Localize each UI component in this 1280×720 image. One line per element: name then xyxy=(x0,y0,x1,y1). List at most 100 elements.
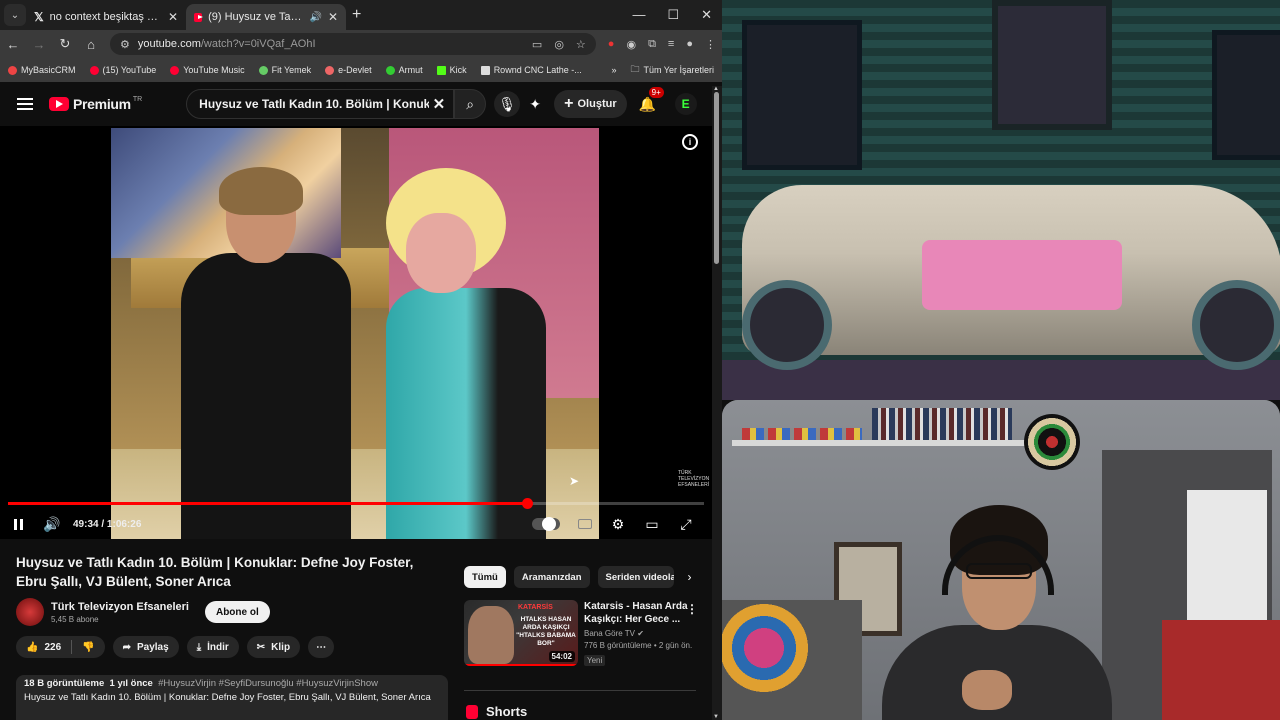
clear-search-icon[interactable]: ✕ xyxy=(433,95,446,113)
settings-gear-icon[interactable]: ⚙ xyxy=(610,516,626,533)
close-tab-icon[interactable]: ✕ xyxy=(328,10,338,24)
autoplay-toggle[interactable] xyxy=(532,517,560,531)
video-player[interactable]: i ➤ TÜRK TELEVİZYON EFSANELERİ 🔊 49:34 /… xyxy=(0,126,712,539)
account-avatar[interactable]: E xyxy=(674,93,697,115)
info-icon[interactable]: i xyxy=(682,134,698,150)
bookmark-fit-yemek[interactable]: Fit Yemek xyxy=(258,65,312,75)
chevron-right-icon[interactable]: › xyxy=(688,570,692,584)
subtitles-icon[interactable] xyxy=(578,519,592,529)
clip-button[interactable]: ✂ Klip xyxy=(246,636,301,658)
bookmark-label: Fit Yemek xyxy=(271,65,312,75)
recommended-thumbnail[interactable]: KATARSİS HTALKS HASAN ARDA KAŞIKÇI "HTAL… xyxy=(464,600,578,666)
forward-arrow-icon[interactable]: → xyxy=(32,37,46,52)
bookmark-favicon-icon xyxy=(89,65,99,75)
more-actions-button[interactable]: ⋯ xyxy=(308,636,335,658)
extension-red-icon[interactable]: ● xyxy=(608,38,615,51)
notifications-bell-icon[interactable]: 🔔 9+ xyxy=(635,87,664,117)
youtube-header: Premium TR Huysuz ve Tatlı Kadın 10. Böl… xyxy=(0,86,712,122)
bookmark-youtube[interactable]: (15) YouTube xyxy=(89,65,156,75)
youtube-logo[interactable]: Premium TR xyxy=(49,96,142,112)
back-arrow-icon[interactable]: ← xyxy=(6,37,20,52)
video-frame[interactable] xyxy=(111,128,599,539)
all-bookmarks-folder[interactable]: 🗀 Tüm Yer İşaretleri xyxy=(630,62,714,78)
download-label: İndir xyxy=(207,641,229,653)
home-icon[interactable]: ⌂ xyxy=(84,37,98,52)
like-count[interactable]: 226 xyxy=(44,642,61,653)
bookmark-star-icon[interactable]: ☆ xyxy=(576,38,586,51)
channel-name[interactable]: Türk Televizyon Efsaneleri xyxy=(51,601,189,613)
theater-mode-icon[interactable]: ▭ xyxy=(644,516,660,533)
x-logo-icon: 𝕏 xyxy=(34,10,44,24)
close-tab-icon[interactable]: ✕ xyxy=(168,10,178,24)
bookmark-label: Armut xyxy=(398,65,423,75)
bookmark-mybasiccrm[interactable]: MyBasicCRM xyxy=(8,65,76,75)
page-scrollbar[interactable]: ▲ ▼ xyxy=(712,86,722,720)
scrollbar-thumb[interactable] xyxy=(714,92,719,264)
hamburger-menu-icon[interactable] xyxy=(17,98,33,110)
shorts-icon xyxy=(466,704,478,719)
speaker-icon[interactable]: 🔊 xyxy=(309,12,321,23)
like-dislike-group: 👍 226 👎 xyxy=(16,636,105,658)
tab-search-menu-icon[interactable]: ⌄ xyxy=(4,4,26,26)
bookmark-favicon-icon xyxy=(170,65,180,75)
progress-bar[interactable] xyxy=(8,498,704,509)
more-vertical-icon[interactable]: ⋮ xyxy=(686,602,698,616)
close-window-icon[interactable]: ✕ xyxy=(701,7,712,23)
bookshelf-books xyxy=(872,408,1012,442)
subscribe-button[interactable]: Abone ol xyxy=(204,601,270,623)
like-icon[interactable]: 👍 xyxy=(26,642,38,653)
eye-slash-icon[interactable]: ◎ xyxy=(554,38,564,51)
tab-x[interactable]: 𝕏 no context beşiktaş on X: "kaç g ✕ xyxy=(26,4,186,30)
logo-text: Premium xyxy=(73,96,131,112)
search-button[interactable]: ⌕ xyxy=(454,89,487,119)
fullscreen-icon[interactable]: ⤢ xyxy=(678,516,694,533)
chip-from-series[interactable]: Seriden videola xyxy=(597,566,674,588)
upload-age: 1 yıl önce xyxy=(109,678,153,689)
webcam-feed xyxy=(722,400,1280,720)
voice-search-mic-icon[interactable]: 🎙 xyxy=(494,91,521,117)
chip-all[interactable]: Tümü xyxy=(464,566,506,588)
cast-icon[interactable]: ▭ xyxy=(532,38,542,51)
url-field[interactable]: ⚙ youtube.com/watch?v=0iVQaf_AOhI ▭ ◎ ☆ xyxy=(110,33,596,55)
tab-youtube[interactable]: (9) Huysuz ve Tatlı Kadın 10. 🔊 ✕ xyxy=(186,4,346,30)
recommended-video[interactable]: KATARSİS HTALKS HASAN ARDA KAŞIKÇI "HTAL… xyxy=(464,600,704,670)
extensions-puzzle-icon[interactable]: ⧉ xyxy=(648,38,656,51)
bookmarks-overflow-icon[interactable]: » xyxy=(611,65,616,75)
bookmark-e-devlet[interactable]: e-Devlet xyxy=(325,65,372,75)
recommended-channel[interactable]: Bana Göre TV ✔ xyxy=(584,629,692,638)
bookmark-label: e-Devlet xyxy=(338,65,372,75)
description-box[interactable]: 18 B görüntüleme 1 yıl önce #HuysuzVirji… xyxy=(16,675,448,720)
plus-icon: + xyxy=(564,95,574,112)
bookmark-youtube-music[interactable]: YouTube Music xyxy=(170,65,245,75)
folder-icon: 🗀 xyxy=(630,64,640,74)
gemini-sparkle-icon[interactable]: ✦ xyxy=(522,91,548,117)
share-button[interactable]: ➦ Paylaş xyxy=(112,636,179,658)
search-input[interactable]: Huysuz ve Tatlı Kadın 10. Bölüm | Konukl… xyxy=(186,89,455,119)
browser-menu-icon[interactable]: ⋮ xyxy=(705,38,716,51)
scroll-down-icon[interactable]: ▼ xyxy=(713,714,719,720)
channel-avatar[interactable] xyxy=(16,598,44,626)
create-button[interactable]: + Oluştur xyxy=(554,90,627,118)
pause-icon[interactable] xyxy=(14,518,23,530)
reload-icon[interactable]: ↻ xyxy=(58,36,72,52)
hashtags[interactable]: #HuysuzVirjin #SeyfiDursunoğlu #HuysuzVi… xyxy=(158,678,378,689)
new-tab-button[interactable]: + xyxy=(352,6,361,24)
profile-icon[interactable]: ● xyxy=(686,38,693,51)
media-controls-icon[interactable]: ≡ xyxy=(668,38,674,51)
site-info-icon[interactable]: ⚙ xyxy=(120,38,130,51)
minimize-icon[interactable]: — xyxy=(632,7,645,23)
filter-chips: Tümü Aramanızdan Seriden videola › xyxy=(464,566,692,588)
download-button[interactable]: ⤓ İndir xyxy=(186,636,239,658)
more-horizontal-icon: ⋯ xyxy=(316,641,327,653)
new-badge: Yeni xyxy=(584,655,606,666)
url-path: /watch?v=0iVQaf_AOhI xyxy=(200,38,316,50)
bookmark-armut[interactable]: Armut xyxy=(385,65,423,75)
volume-icon[interactable]: 🔊 xyxy=(43,516,60,533)
bookmark-kick[interactable]: Kick xyxy=(436,65,467,75)
recommended-title[interactable]: Katarsis - Hasan Arda Kaşıkçı: Her Gece … xyxy=(584,600,692,626)
chip-from-search[interactable]: Aramanızdan xyxy=(513,566,590,588)
extension-circle-icon[interactable]: ◉ xyxy=(626,38,636,51)
dislike-icon[interactable]: 👎 xyxy=(82,642,94,653)
bookmark-rownd-cnc[interactable]: Rownd CNC Lathe -... xyxy=(480,65,582,75)
maximize-icon[interactable]: ☐ xyxy=(667,7,679,23)
